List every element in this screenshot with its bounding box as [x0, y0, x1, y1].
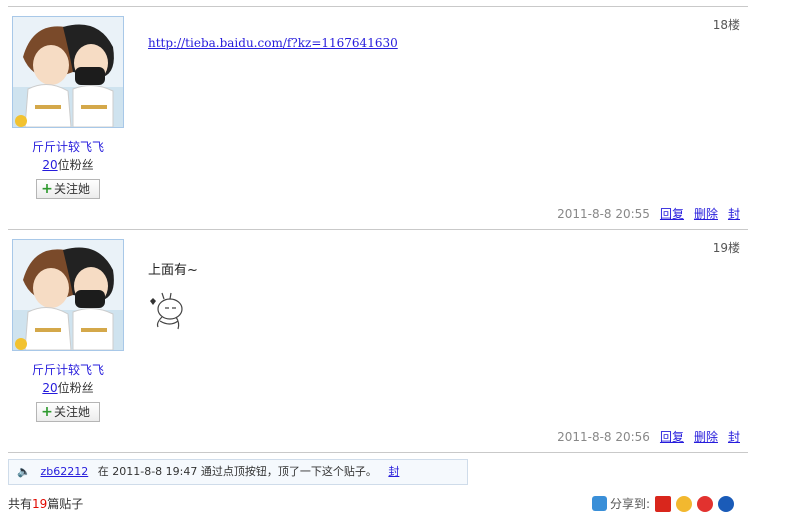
floor-number: 19楼: [712, 241, 740, 255]
post-count-prefix: 共有: [8, 497, 33, 511]
divider: [8, 229, 748, 230]
reply-link[interactable]: 回复: [660, 207, 684, 221]
user-name-link[interactable]: 斤斤计较飞飞: [3, 138, 133, 155]
avatar[interactable]: [12, 239, 124, 351]
post-count-number: 19: [32, 497, 48, 511]
plus-icon: +: [41, 181, 53, 197]
fans-count-link[interactable]: 20: [42, 158, 57, 172]
notice-user-link[interactable]: zb62212: [41, 465, 89, 478]
follow-label: 关注她: [54, 405, 91, 419]
ban-link[interactable]: 封: [728, 430, 740, 444]
post-18: 斤斤计较飞飞 20位粉丝 +关注她 18楼 http://tieba.baidu…: [8, 8, 748, 228]
delete-link[interactable]: 删除: [694, 207, 718, 221]
fans-suffix: 位粉丝: [57, 381, 94, 395]
post-time: 2011-8-8 20:55: [557, 207, 650, 221]
post-count: 共有19篇贴子: [8, 495, 83, 512]
notice-ban-link[interactable]: 封: [388, 465, 399, 478]
plus-icon: +: [41, 404, 53, 420]
share-bar: 分享到:: [592, 495, 735, 512]
ban-link[interactable]: 封: [728, 207, 740, 221]
follow-button[interactable]: +关注她: [36, 402, 100, 422]
fans-count: 20位粉丝: [3, 379, 133, 396]
content-text: 上面有~: [148, 263, 198, 278]
qzone-icon[interactable]: [676, 495, 693, 512]
reply-link[interactable]: 回复: [660, 430, 684, 444]
renren-icon[interactable]: [718, 495, 735, 512]
speaker-icon: 🔈: [17, 465, 31, 478]
post-meta: 2011-8-8 20:56 回复 删除封: [557, 428, 740, 445]
fans-suffix: 位粉丝: [57, 158, 94, 172]
follow-button[interactable]: +关注她: [36, 179, 100, 199]
emoticon-icon: [148, 291, 188, 335]
user-name-link[interactable]: 斤斤计较飞飞: [3, 361, 133, 378]
share-label: 分享到:: [610, 497, 651, 511]
notice-text: 在 2011-8-8 19:47 通过点顶按钮，顶了一下这个贴子。: [97, 465, 377, 478]
follow-label: 关注她: [54, 182, 91, 196]
content-link[interactable]: http://tieba.baidu.com/f?kz=1167641630: [148, 36, 398, 50]
fans-count: 20位粉丝: [3, 156, 133, 173]
fans-count-link[interactable]: 20: [42, 381, 57, 395]
baidu-share-icon[interactable]: [655, 495, 672, 512]
post-content: http://tieba.baidu.com/f?kz=1167641630: [148, 36, 398, 51]
divider: [8, 6, 748, 7]
bump-notice: 🔈 zb62212 在 2011-8-8 19:47 通过点顶按钮，顶了一下这个…: [8, 459, 468, 485]
post-count-suffix: 篇贴子: [47, 497, 84, 511]
avatar[interactable]: [12, 16, 124, 128]
post-19: 斤斤计较飞飞 20位粉丝 +关注她 19楼 上面有~ 2011-8-8 20:5…: [8, 231, 748, 451]
delete-link[interactable]: 删除: [694, 430, 718, 444]
floor-number: 18楼: [712, 18, 740, 32]
post-time: 2011-8-8 20:56: [557, 430, 650, 444]
weibo-icon[interactable]: [697, 495, 714, 512]
divider: [8, 452, 748, 453]
post-meta: 2011-8-8 20:55 回复 删除封: [557, 205, 740, 222]
share-logo-icon: [592, 496, 607, 511]
post-content: 上面有~: [148, 259, 198, 278]
